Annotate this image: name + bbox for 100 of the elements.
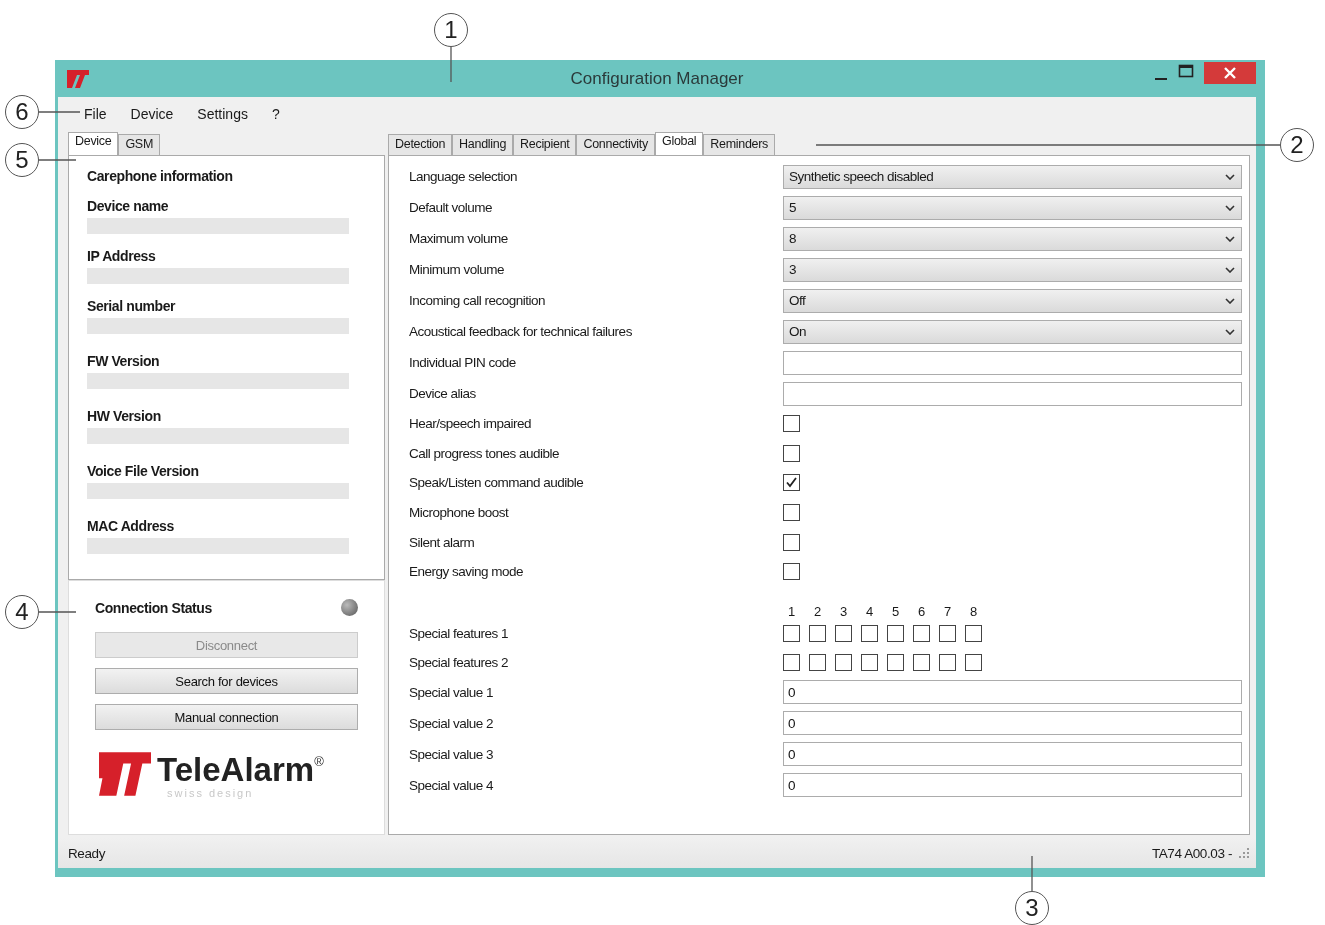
checkbox[interactable] xyxy=(913,624,930,642)
leader-line xyxy=(450,46,452,83)
setting-label: Special value 2 xyxy=(409,715,495,731)
status-text: Ready xyxy=(68,845,106,861)
maximize-button[interactable] xyxy=(1178,64,1194,78)
checkbox[interactable] xyxy=(783,624,800,642)
setting-label: Individual PIN code xyxy=(409,355,517,370)
setting-label: Microphone boost xyxy=(409,505,510,521)
checkbox[interactable] xyxy=(783,444,800,462)
checkbox[interactable] xyxy=(783,653,800,671)
checkbox[interactable] xyxy=(939,624,956,642)
checkbox[interactable] xyxy=(783,415,800,433)
setting-label: Default volume xyxy=(409,200,494,215)
tab[interactable]: Detection xyxy=(388,134,453,155)
tab[interactable]: Connectivity xyxy=(576,134,655,155)
input-field[interactable]: 0 xyxy=(783,773,1242,798)
field-label: Voice File Version xyxy=(87,463,200,479)
checkbox[interactable] xyxy=(887,624,904,642)
field-label: Serial number xyxy=(87,298,177,314)
menu-item[interactable]: ? xyxy=(271,105,280,122)
callout-number: 3 xyxy=(1015,891,1049,925)
resize-grip-icon[interactable] xyxy=(1238,847,1250,859)
logo-icon xyxy=(99,752,151,796)
window-title: Configuration Manager xyxy=(570,68,744,89)
input-field[interactable]: 0 xyxy=(783,711,1242,736)
close-button[interactable] xyxy=(1204,62,1256,84)
checkbox[interactable] xyxy=(887,653,904,671)
input-field[interactable] xyxy=(783,381,1242,406)
setting-label: Acoustical feedback for technical failures xyxy=(409,324,633,339)
bit-number: 3 xyxy=(838,603,849,619)
chevron-down-icon xyxy=(1225,266,1235,273)
tab[interactable]: GSM xyxy=(118,134,160,155)
dropdown[interactable]: 5 xyxy=(783,195,1242,220)
checkbox[interactable] xyxy=(861,653,878,671)
bit-number: 4 xyxy=(864,603,875,619)
checkbox[interactable] xyxy=(939,653,956,671)
tab[interactable]: Handling xyxy=(452,134,514,155)
tab[interactable]: Reminders xyxy=(703,134,776,155)
version-text: TA74 A00.03 - xyxy=(1151,845,1232,861)
setting-label: Silent alarm xyxy=(409,534,476,550)
callout-number: 1 xyxy=(434,13,468,47)
checkbox[interactable] xyxy=(783,504,800,522)
setting-label: Speak/Listen command audible xyxy=(409,475,585,491)
menu-item[interactable]: File xyxy=(84,105,107,122)
checkbox[interactable] xyxy=(913,653,930,671)
bit-number: 6 xyxy=(916,603,927,619)
setting-label: Special features 2 xyxy=(409,654,510,670)
registered-mark: ® xyxy=(314,754,324,769)
checkbox[interactable] xyxy=(783,563,800,581)
field-label: MAC Address xyxy=(87,518,175,534)
checkbox[interactable] xyxy=(965,624,982,642)
section-heading: Carephone information xyxy=(87,168,234,184)
chevron-down-icon xyxy=(1225,235,1235,242)
action-button[interactable]: Manual connection xyxy=(95,704,358,730)
bit-number: 2 xyxy=(812,603,823,619)
field-label: FW Version xyxy=(87,353,161,369)
checkbox[interactable] xyxy=(783,533,800,551)
input-field[interactable] xyxy=(783,350,1242,375)
chevron-down-icon xyxy=(1225,328,1235,335)
setting-label: Language selection xyxy=(409,169,519,184)
field-label: Device name xyxy=(87,198,170,214)
setting-label: Device alias xyxy=(409,386,477,401)
checkbox[interactable] xyxy=(809,653,826,671)
checkbox[interactable] xyxy=(835,624,852,642)
app-logo-icon xyxy=(67,69,89,88)
setting-label: Special value 1 xyxy=(409,684,495,700)
action-button[interactable]: Search for devices xyxy=(95,668,358,694)
checkbox[interactable] xyxy=(861,624,878,642)
checkbox[interactable] xyxy=(809,624,826,642)
dropdown[interactable]: Synthetic speech disabled xyxy=(783,164,1242,189)
setting-label: Call progress tones audible xyxy=(409,445,561,461)
checkbox[interactable] xyxy=(835,653,852,671)
field-label: IP Address xyxy=(87,248,157,264)
setting-label: Maximum volume xyxy=(409,231,509,246)
section-heading: Connection Status xyxy=(95,599,212,616)
dropdown[interactable]: Off xyxy=(783,288,1242,313)
dropdown[interactable]: On xyxy=(783,319,1242,344)
field-label: HW Version xyxy=(87,408,162,424)
setting-label: Minimum volume xyxy=(409,262,506,277)
chevron-down-icon xyxy=(1225,173,1235,180)
leader-line xyxy=(38,111,81,113)
tab[interactable]: Device xyxy=(68,132,119,155)
checkbox[interactable] xyxy=(965,653,982,671)
input-field[interactable]: 0 xyxy=(783,742,1242,767)
callout-number: 6 xyxy=(5,95,39,129)
brand-name: TeleAlarm xyxy=(157,752,315,788)
checkbox[interactable] xyxy=(783,474,800,492)
dropdown[interactable]: 8 xyxy=(783,226,1242,251)
tab[interactable]: Recipient xyxy=(513,134,577,155)
dropdown[interactable]: 3 xyxy=(783,257,1242,282)
setting-label: Special value 4 xyxy=(409,777,495,793)
leader-line xyxy=(38,611,77,613)
setting-label: Energy saving mode xyxy=(409,564,525,580)
menu-item[interactable]: Settings xyxy=(197,105,248,122)
setting-label: Special features 1 xyxy=(409,625,510,641)
chevron-down-icon xyxy=(1225,204,1235,211)
tab[interactable]: Global xyxy=(655,132,704,155)
chevron-down-icon xyxy=(1225,297,1235,304)
input-field[interactable]: 0 xyxy=(783,680,1242,705)
menu-item[interactable]: Device xyxy=(130,105,174,122)
